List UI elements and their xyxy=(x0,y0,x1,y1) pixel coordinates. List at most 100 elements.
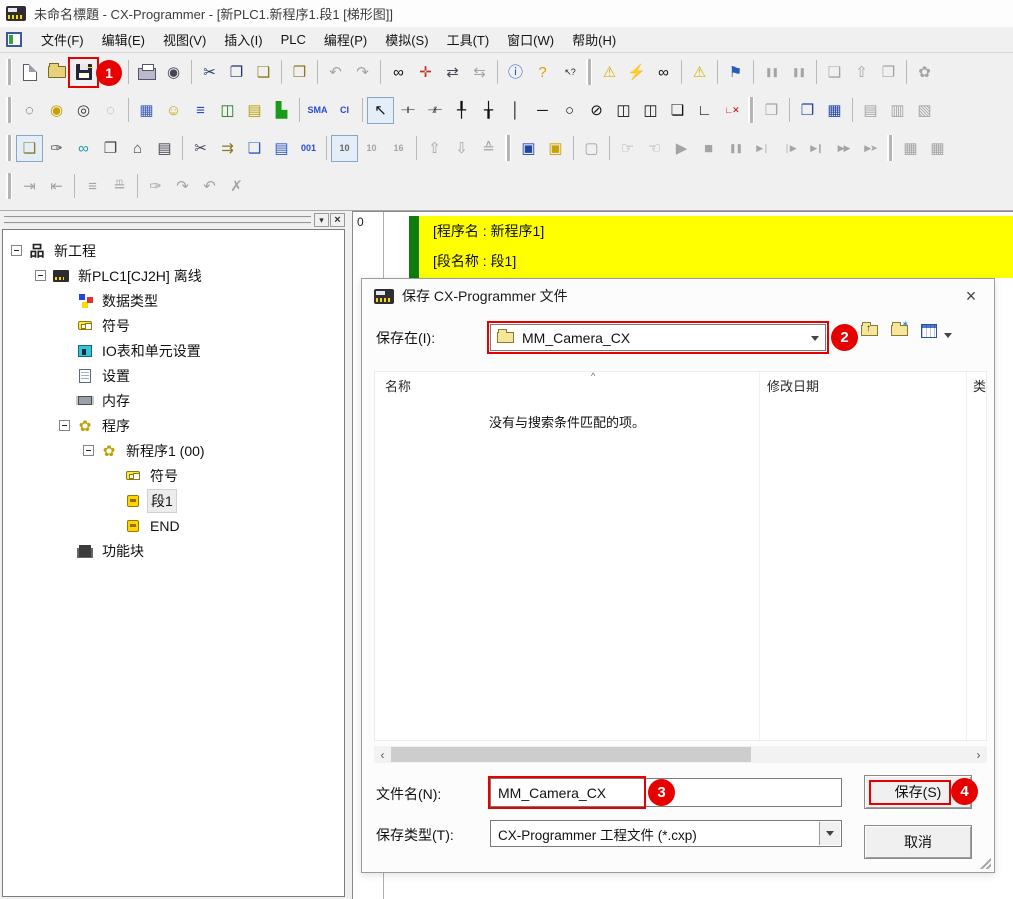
zoom-custom-button[interactable]: ◉ xyxy=(43,97,70,124)
show-rungs-button[interactable]: ▤ xyxy=(241,97,268,124)
coil-open-button[interactable]: ○ xyxy=(556,97,583,124)
tree-item-end[interactable]: END xyxy=(3,513,344,538)
radix-hex-button[interactable]: 16 xyxy=(385,135,412,162)
menu-item-tools[interactable]: 工具(T) xyxy=(438,26,499,53)
save-file-button[interactable]: 1 xyxy=(70,59,97,86)
tree-item-memory[interactable]: 内存 xyxy=(3,388,344,413)
contact-or-open-button[interactable]: ╀ xyxy=(448,97,475,124)
expand-toggle[interactable] xyxy=(11,245,22,256)
upload-symbols-button[interactable]: ⇧ xyxy=(421,135,448,162)
rung-list-wrap-button[interactable]: ≞ xyxy=(106,173,133,200)
window-properties-button[interactable]: ▤ xyxy=(151,135,178,162)
column-divider[interactable] xyxy=(759,372,760,740)
step-out-button[interactable]: ▶❙ xyxy=(803,135,830,162)
window-project-button[interactable]: ❏ xyxy=(16,135,43,162)
resize-grip[interactable] xyxy=(977,855,991,869)
redo-button[interactable]: ↷ xyxy=(349,59,376,86)
find-report-button[interactable]: ∞ xyxy=(650,59,677,86)
zoom-in-button[interactable]: ◌ xyxy=(16,97,43,124)
replace-tools-button[interactable]: ✛ xyxy=(412,59,439,86)
tree-item-plc1[interactable]: 新PLC1[CJ2H] 离线 xyxy=(3,263,344,288)
marker-clear-button[interactable]: ✗ xyxy=(223,173,250,200)
menu-item-file[interactable]: 文件(F) xyxy=(32,26,93,53)
dialog-close-button[interactable]: × xyxy=(958,283,984,309)
toolbar-grip[interactable] xyxy=(6,173,13,199)
fast-forward-button[interactable]: ▶▶ xyxy=(830,135,857,162)
save-in-combobox[interactable]: MM_Camera_CX xyxy=(490,324,826,351)
outdent-button[interactable]: ⇤ xyxy=(43,173,70,200)
menu-item-window[interactable]: 窗口(W) xyxy=(498,26,563,53)
tree-item-io-table[interactable]: IO表和单元设置 xyxy=(3,338,344,363)
marker-next-button[interactable]: ↷ xyxy=(169,173,196,200)
compare-symbols-button[interactable]: ≙ xyxy=(475,135,502,162)
toolbar-grip[interactable] xyxy=(748,97,755,123)
context-help-button[interactable]: ↖? xyxy=(556,59,583,86)
show-tree-button[interactable]: ▙ xyxy=(268,97,295,124)
toolbar-grip[interactable] xyxy=(505,135,512,161)
expand-toggle[interactable] xyxy=(59,420,70,431)
cancel-button[interactable]: 取消 xyxy=(864,825,972,859)
tree-item-new-program-1[interactable]: ✿新程序1 (00) xyxy=(3,438,344,463)
auto-online-button[interactable]: ▣ xyxy=(542,135,569,162)
view-menu-button[interactable] xyxy=(921,324,937,338)
cut-button[interactable]: ✂ xyxy=(196,59,223,86)
up-one-level-button[interactable] xyxy=(861,325,878,336)
keyboard-b-button[interactable]: ▦ xyxy=(924,135,951,162)
coil-closed-button[interactable]: ⊘ xyxy=(583,97,610,124)
menu-item-program[interactable]: 编程(P) xyxy=(315,26,376,53)
zoom-fit-button[interactable]: ◌ xyxy=(97,97,124,124)
help-button[interactable]: ? xyxy=(529,59,556,86)
menu-item-insert[interactable]: 插入(I) xyxy=(215,26,271,53)
line-delete-button[interactable]: ∟✕ xyxy=(718,97,745,124)
show-comments-button[interactable]: ☺ xyxy=(160,97,187,124)
tree-item-symbols[interactable]: 符号 xyxy=(3,313,344,338)
scroll-left-arrow[interactable]: ‹ xyxy=(374,746,391,763)
step-in-button[interactable]: ❘▶ xyxy=(776,135,803,162)
compile-all-button[interactable]: ⚡ xyxy=(623,59,650,86)
tree-item-section-1[interactable]: 段1 xyxy=(3,488,344,513)
panel-grip[interactable] xyxy=(4,216,311,224)
function-call-button[interactable]: ❏ xyxy=(664,97,691,124)
pause-button[interactable]: ❚❚ xyxy=(785,59,812,86)
window-reference-button[interactable]: ❐ xyxy=(97,135,124,162)
cross-reference-button[interactable]: ✂ xyxy=(187,135,214,162)
print-button[interactable] xyxy=(133,59,160,86)
stop-button[interactable]: ■ xyxy=(695,135,722,162)
tree-item-program-symbols[interactable]: 符号 xyxy=(3,463,344,488)
undo-button[interactable]: ↶ xyxy=(322,59,349,86)
menu-item-help[interactable]: 帮助(H) xyxy=(563,26,625,53)
symbol-replace-button[interactable]: ⇄ xyxy=(439,59,466,86)
new-file-button[interactable] xyxy=(16,59,43,86)
column-divider[interactable] xyxy=(966,372,967,740)
toolbar-grip[interactable] xyxy=(6,97,13,123)
work-online-button[interactable]: ▣ xyxy=(515,135,542,162)
toolbar-grip[interactable] xyxy=(586,59,593,85)
tree-item-settings[interactable]: 设置 xyxy=(3,363,344,388)
mnemonic-view-button[interactable]: ▤ xyxy=(268,135,295,162)
open-file-button[interactable] xyxy=(43,59,70,86)
instruction-block-button[interactable]: ◫ xyxy=(610,97,637,124)
show-sma-button[interactable]: SMA xyxy=(304,97,331,124)
transfer-warning-button[interactable]: ⚠ xyxy=(686,59,713,86)
symbol-verify-button[interactable]: ▤ xyxy=(857,97,884,124)
rung-list-button[interactable]: ≡ xyxy=(79,173,106,200)
show-ci-button[interactable]: CI xyxy=(331,97,358,124)
panel-close-button[interactable]: × xyxy=(330,213,345,227)
view-menu-caret-icon[interactable] xyxy=(944,333,952,338)
indent-button[interactable]: ⇥ xyxy=(16,173,43,200)
window-output-button[interactable]: ✑ xyxy=(43,135,70,162)
go-to-end-button[interactable]: ▶➤ xyxy=(857,135,884,162)
contact-open-button[interactable]: ⊣⊢ xyxy=(394,97,421,124)
menu-item-view[interactable]: 视图(V) xyxy=(154,26,215,53)
monitor-mode-toggle-button[interactable]: ▢ xyxy=(578,135,605,162)
mode-debug-button[interactable]: ☜ xyxy=(641,135,668,162)
scrollbar-thumb[interactable] xyxy=(391,747,751,762)
paste-button[interactable]: ❑ xyxy=(250,59,277,86)
column-header-name[interactable]: 名称 xyxy=(385,376,411,395)
info-button[interactable]: ⓘ xyxy=(502,59,529,86)
column-header-date[interactable]: 修改日期 xyxy=(767,376,819,395)
menu-item-simulation[interactable]: 模拟(S) xyxy=(376,26,437,53)
show-grid-button[interactable]: ▦ xyxy=(133,97,160,124)
vertical-line-button[interactable]: │ xyxy=(502,97,529,124)
window-watch-button[interactable]: ∞ xyxy=(70,135,97,162)
